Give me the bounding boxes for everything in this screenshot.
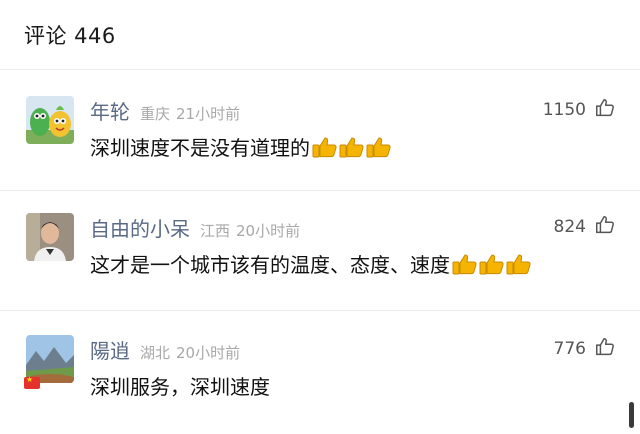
like-count: 776 (553, 339, 586, 359)
username[interactable]: 陽逍 (90, 335, 130, 364)
comment-text: 这才是一个城市该有的温度、态度、速度 (90, 253, 450, 277)
avatar[interactable] (24, 335, 74, 389)
person-photo-avatar-icon (26, 213, 74, 261)
timestamp: 21小时前 (176, 105, 241, 123)
thumbs-up-outline-icon[interactable] (594, 336, 616, 362)
comment-body: 陽逍 湖北 20小时前 776 深圳服务，深圳速度 (90, 335, 616, 434)
comment-text-row: 深圳服务，深圳速度 (90, 371, 616, 400)
location: 江西 (200, 222, 231, 240)
scrollbar[interactable] (629, 402, 634, 428)
thumbs-up-icon (339, 136, 364, 157)
comment-text: 深圳速度不是没有道理的 (90, 136, 310, 160)
like-button[interactable]: 1150 (543, 96, 616, 124)
timestamp: 20小时前 (236, 222, 301, 240)
comments-page: 评论 446 年轮 重庆 21小时前 1150 深圳速度不是没有道理的 自由的小… (0, 0, 640, 434)
fruit-cartoon-avatar-icon (26, 96, 74, 144)
location: 重庆 (140, 105, 171, 123)
comment-text-row: 这才是一个城市该有的温度、态度、速度 (90, 249, 616, 278)
comment-item[interactable]: 陽逍 湖北 20小时前 776 深圳服务，深圳速度 (0, 310, 640, 434)
avatar[interactable] (26, 213, 74, 261)
thumbs-up-icon (366, 136, 391, 157)
china-flag-icon (24, 375, 40, 389)
like-count: 824 (553, 217, 586, 237)
thumbs-up-icon (452, 253, 477, 274)
avatar[interactable] (26, 96, 74, 144)
landscape-avatar-icon (26, 335, 74, 383)
comment-text-row: 深圳速度不是没有道理的 (90, 132, 616, 161)
comment-body: 年轮 重庆 21小时前 1150 深圳速度不是没有道理的 (90, 96, 616, 190)
location: 湖北 (140, 344, 171, 362)
like-button[interactable]: 776 (554, 335, 616, 363)
comment-item[interactable]: 年轮 重庆 21小时前 1150 深圳速度不是没有道理的 (0, 70, 640, 190)
comment-body: 自由的小呆 江西 20小时前 824 这才是一个城市该有的温度、态度、速度 (90, 213, 616, 310)
thumbs-up-outline-icon[interactable] (594, 97, 616, 123)
comment-meta: 陽逍 湖北 20小时前 (90, 335, 616, 365)
comments-count-title: 评论 446 (24, 23, 116, 48)
username[interactable]: 自由的小呆 (90, 213, 190, 242)
comments-header: 评论 446 (0, 0, 640, 70)
thumbs-up-icon (312, 136, 337, 157)
like-count: 1150 (542, 100, 586, 120)
thumbs-up-outline-icon[interactable] (594, 214, 616, 240)
like-button[interactable]: 824 (554, 213, 616, 241)
comment-item[interactable]: 自由的小呆 江西 20小时前 824 这才是一个城市该有的温度、态度、速度 (0, 190, 640, 310)
username[interactable]: 年轮 (90, 96, 130, 125)
emoji-group (452, 252, 533, 276)
thumbs-up-icon (479, 253, 504, 274)
emoji-group (312, 135, 393, 159)
thumbs-up-icon (506, 253, 531, 274)
comment-text: 深圳服务，深圳速度 (90, 375, 270, 399)
comment-meta: 年轮 重庆 21小时前 (90, 96, 616, 126)
timestamp: 20小时前 (176, 344, 241, 362)
comment-meta: 自由的小呆 江西 20小时前 (90, 213, 616, 243)
